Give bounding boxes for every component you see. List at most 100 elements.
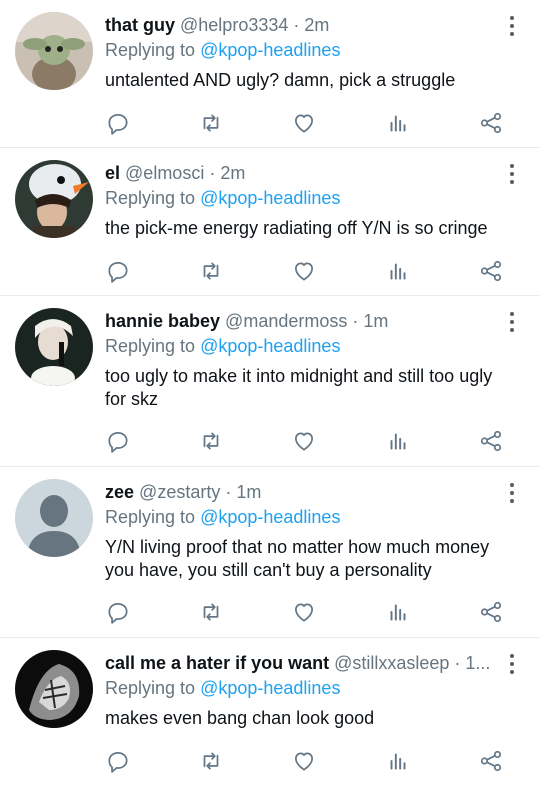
retweet-button[interactable] — [198, 428, 224, 454]
user-handle[interactable]: @helpro3334 — [180, 15, 288, 35]
retweet-button[interactable] — [198, 748, 224, 774]
timestamp: · 1m — [225, 482, 262, 502]
retweet-icon — [203, 752, 219, 770]
reply-button[interactable] — [105, 748, 131, 774]
share-button[interactable] — [478, 599, 504, 625]
share-button[interactable] — [478, 110, 504, 136]
share-button[interactable] — [478, 428, 504, 454]
analytics-button[interactable] — [385, 748, 411, 774]
display-name[interactable]: hannie babey — [105, 311, 220, 331]
replying-to-handle[interactable]: @kpop-headlines — [200, 507, 340, 527]
reply-icon — [108, 114, 128, 135]
share-icon — [480, 112, 502, 134]
replying-to-label: Replying to — [105, 507, 196, 527]
reply-icon — [108, 432, 128, 453]
user-handle[interactable]: @mandermoss — [225, 311, 347, 331]
share-icon — [480, 601, 502, 623]
replying-to-handle[interactable]: @kpop-headlines — [200, 188, 340, 208]
timestamp: · 2m — [293, 15, 330, 35]
like-button[interactable] — [291, 110, 317, 136]
reply-button[interactable] — [105, 599, 131, 625]
avatar[interactable] — [15, 160, 93, 238]
replying-to-handle[interactable]: @kpop-headlines — [200, 678, 340, 698]
replying-to-label: Replying to — [105, 336, 196, 356]
timestamp: · 1m — [352, 311, 389, 331]
retweet-icon — [203, 603, 219, 621]
analytics-button[interactable] — [385, 258, 411, 284]
display-name[interactable]: zee — [105, 482, 134, 502]
like-button[interactable] — [291, 748, 317, 774]
tweet[interactable]: call me a hater if you want @stillxxasle… — [0, 638, 540, 786]
analytics-button[interactable] — [385, 599, 411, 625]
share-button[interactable] — [478, 258, 504, 284]
analytics-icon — [390, 433, 406, 450]
reply-feed: that guy @helpro3334 · 2m Replying to @k… — [0, 0, 540, 786]
tweet[interactable]: zee @zestarty · 1m Replying to @kpop-hea… — [0, 467, 540, 638]
action-bar — [105, 258, 505, 284]
like-button[interactable] — [291, 258, 317, 284]
tweet-text: too ugly to make it into midnight and st… — [105, 366, 493, 409]
display-name[interactable]: that guy — [105, 15, 175, 35]
share-button[interactable] — [478, 748, 504, 774]
more-vertical-icon[interactable] — [506, 310, 518, 334]
analytics-icon — [390, 753, 406, 770]
timestamp: · 1... — [454, 653, 491, 673]
share-icon — [480, 430, 502, 452]
heart-icon — [295, 752, 313, 771]
timestamp: · 2m — [209, 163, 246, 183]
heart-icon — [295, 114, 313, 133]
tweet-text: untalented AND ugly? damn, pick a strugg… — [105, 70, 456, 90]
tweet[interactable]: that guy @helpro3334 · 2m Replying to @k… — [0, 0, 540, 148]
user-handle[interactable]: @zestarty — [139, 482, 220, 502]
more-vertical-icon[interactable] — [506, 652, 518, 676]
more-vertical-icon[interactable] — [506, 14, 518, 38]
reply-icon — [108, 752, 128, 773]
analytics-icon — [390, 115, 406, 132]
reply-icon — [108, 262, 128, 283]
heart-icon — [295, 262, 313, 281]
share-icon — [480, 750, 502, 772]
avatar[interactable] — [15, 479, 93, 557]
more-vertical-icon[interactable] — [506, 162, 518, 186]
like-button[interactable] — [291, 428, 317, 454]
reply-button[interactable] — [105, 110, 131, 136]
retweet-icon — [203, 432, 219, 450]
analytics-icon — [390, 604, 406, 621]
action-bar — [105, 748, 505, 774]
user-handle[interactable]: @elmosci — [125, 163, 204, 183]
tweet[interactable]: el @elmosci · 2m Replying to @kpop-headl… — [0, 148, 540, 296]
replying-to-handle[interactable]: @kpop-headlines — [200, 336, 340, 356]
retweet-button[interactable] — [198, 599, 224, 625]
retweet-icon — [203, 114, 219, 132]
replying-to-label: Replying to — [105, 188, 196, 208]
analytics-icon — [390, 263, 406, 280]
avatar[interactable] — [15, 650, 93, 728]
replying-to-label: Replying to — [105, 40, 196, 60]
action-bar — [105, 110, 505, 136]
more-vertical-icon[interactable] — [506, 481, 518, 505]
action-bar — [105, 428, 505, 454]
action-bar — [105, 599, 505, 625]
reply-button[interactable] — [105, 258, 131, 284]
share-icon — [480, 260, 502, 282]
heart-icon — [295, 432, 313, 451]
retweet-button[interactable] — [198, 258, 224, 284]
retweet-button[interactable] — [198, 110, 224, 136]
analytics-button[interactable] — [385, 428, 411, 454]
user-handle[interactable]: @stillxxasleep — [334, 653, 449, 673]
analytics-button[interactable] — [385, 110, 411, 136]
retweet-icon — [203, 262, 219, 280]
heart-icon — [295, 603, 313, 622]
replying-to-handle[interactable]: @kpop-headlines — [200, 40, 340, 60]
reply-button[interactable] — [105, 428, 131, 454]
tweet[interactable]: hannie babey @mandermoss · 1m Replying t… — [0, 296, 540, 467]
tweet-text: Y/N living proof that no matter how much… — [105, 537, 490, 580]
avatar[interactable] — [15, 12, 93, 90]
display-name[interactable]: el — [105, 163, 120, 183]
tweet-text: makes even bang chan look good — [105, 708, 375, 728]
like-button[interactable] — [291, 599, 317, 625]
reply-icon — [108, 603, 128, 624]
avatar[interactable] — [15, 308, 93, 386]
display-name[interactable]: call me a hater if you want — [105, 653, 329, 673]
tweet-text: the pick-me energy radiating off Y/N is … — [105, 218, 488, 238]
